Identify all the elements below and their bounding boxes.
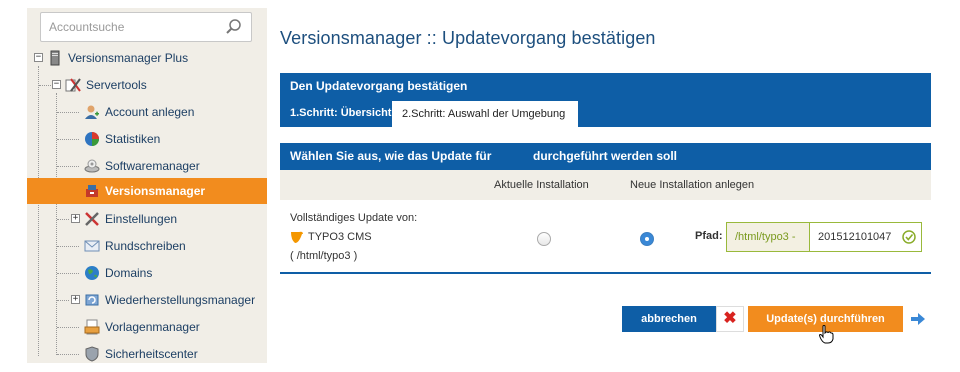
tree-line	[57, 166, 79, 167]
sidebar-item-einstellungen[interactable]: Einstellungen	[84, 206, 177, 232]
path-input[interactable]: 201512101047	[810, 222, 922, 252]
hand-cursor-icon	[818, 325, 834, 344]
collapse-toggle[interactable]: −	[34, 53, 43, 62]
path-label: Pfad:	[695, 230, 723, 242]
app-path: ( /html/typo3 )	[290, 250, 358, 262]
account-search-input[interactable]	[41, 13, 211, 41]
panel-title: Den Updatevorgang bestätigen	[280, 73, 931, 100]
sidebar-item-label: Rundschreiben	[105, 239, 186, 253]
sidebar-item-wiederherstellungsmanager[interactable]: Wiederherstellungsmanager	[84, 287, 255, 313]
radio-current-installation[interactable]	[537, 232, 551, 246]
typo3-icon	[291, 231, 303, 243]
col-header-current: Aktuelle Installation	[494, 179, 589, 191]
section-header: Wählen Sie aus, wie das Update für durch…	[280, 143, 931, 170]
arrow-right-icon[interactable]	[910, 312, 926, 326]
sidebar-item-label: Statistiken	[105, 132, 161, 146]
pie-chart-icon	[85, 132, 99, 146]
sidebar-item-versionsmanager[interactable]: Versionsmanager	[27, 178, 267, 204]
sidebar-item-sicherheitscenter[interactable]: Sicherheitscenter	[84, 341, 198, 367]
sidebar-item-domains[interactable]: Domains	[84, 260, 152, 286]
sidebar-item-label: Wiederherstellungsmanager	[105, 293, 256, 307]
path-prefix: /html/typo3 -	[726, 222, 810, 252]
account-search-box[interactable]	[40, 12, 252, 42]
tree-line	[57, 327, 79, 328]
tree-item-versionsmanager-plus[interactable]: Versionsmanager Plus	[47, 45, 188, 71]
tree-item-servertools[interactable]: Servertools	[65, 72, 147, 98]
add-user-icon	[85, 105, 99, 119]
servertools-icon	[65, 78, 81, 92]
app-name: TYPO3 CMS	[308, 231, 372, 243]
tree-item-label: Servertools	[86, 78, 147, 92]
sidebar-item-vorlagenmanager[interactable]: Vorlagenmanager	[84, 314, 200, 340]
tree-line	[56, 93, 57, 355]
expand-toggle[interactable]: +	[71, 214, 80, 223]
tree-line	[38, 66, 39, 356]
update-row: Vollständiges Update von: TYPO3 CMS ( /h…	[280, 200, 931, 274]
step-tabs: 1.Schritt: Übersicht 2.Schritt: Auswahl …	[280, 100, 931, 127]
sidebar-item-label: Vorlagenmanager	[105, 320, 200, 334]
check-icon	[902, 230, 916, 244]
software-icon	[84, 159, 100, 173]
shield-icon	[85, 346, 99, 362]
sidebar-item-label: Sicherheitscenter	[105, 347, 198, 361]
tree-line	[57, 139, 79, 140]
tree-line	[39, 85, 51, 86]
col-header-new: Neue Installation anlegen	[630, 179, 755, 191]
sidebar-item-label: Softwaremanager	[105, 159, 200, 173]
expand-toggle[interactable]: +	[71, 295, 80, 304]
collapse-toggle[interactable]: −	[52, 80, 61, 89]
tree-line	[57, 112, 79, 113]
server-icon	[50, 50, 60, 66]
tab-step-2[interactable]: 2.Schritt: Auswahl der Umgebung	[392, 100, 578, 127]
row-label: Vollständiges Update von:	[290, 212, 418, 224]
tree-line	[57, 354, 79, 355]
tree-line	[57, 300, 69, 301]
path-input-value: 201512101047	[818, 231, 892, 243]
restore-icon	[85, 294, 99, 306]
search-icon[interactable]	[225, 18, 243, 36]
cancel-x-icon[interactable]: ✖	[716, 306, 744, 332]
tree-line	[57, 273, 79, 274]
globe-icon	[85, 266, 99, 280]
tree-line	[57, 246, 79, 247]
tab-step-1[interactable]: 1.Schritt: Übersicht	[280, 100, 401, 127]
column-headers: Aktuelle Installation Neue Installation …	[280, 170, 931, 200]
sidebar-item-account-anlegen[interactable]: Account anlegen	[84, 99, 194, 125]
tree-line	[57, 219, 69, 220]
sidebar-item-statistiken[interactable]: Statistiken	[84, 126, 160, 152]
section-header-text-end: durchgeführt werden soll	[533, 149, 678, 163]
page-title: Versionsmanager :: Updatevorgang bestäti…	[280, 28, 656, 48]
tree-item-label: Versionsmanager Plus	[68, 51, 189, 65]
radio-new-installation[interactable]	[640, 232, 654, 246]
sidebar-item-rundschreiben[interactable]: Rundschreiben	[84, 233, 186, 259]
tools-icon	[85, 212, 99, 226]
envelope-icon	[84, 240, 100, 252]
section-header-text: Wählen Sie aus, wie das Update für	[290, 149, 492, 163]
sidebar-item-label: Versionsmanager	[105, 184, 206, 198]
sidebar-item-label: Domains	[105, 266, 153, 280]
versionsmanager-icon	[86, 185, 98, 197]
sidebar-item-label: Account anlegen	[105, 105, 195, 119]
sidebar-item-softwaremanager[interactable]: Softwaremanager	[84, 153, 200, 179]
sidebar: − Versionsmanager Plus − Servertools Acc…	[27, 8, 267, 363]
sidebar-item-label: Einstellungen	[105, 212, 178, 226]
template-icon	[84, 319, 100, 335]
cancel-button[interactable]: abbrechen	[622, 306, 716, 332]
